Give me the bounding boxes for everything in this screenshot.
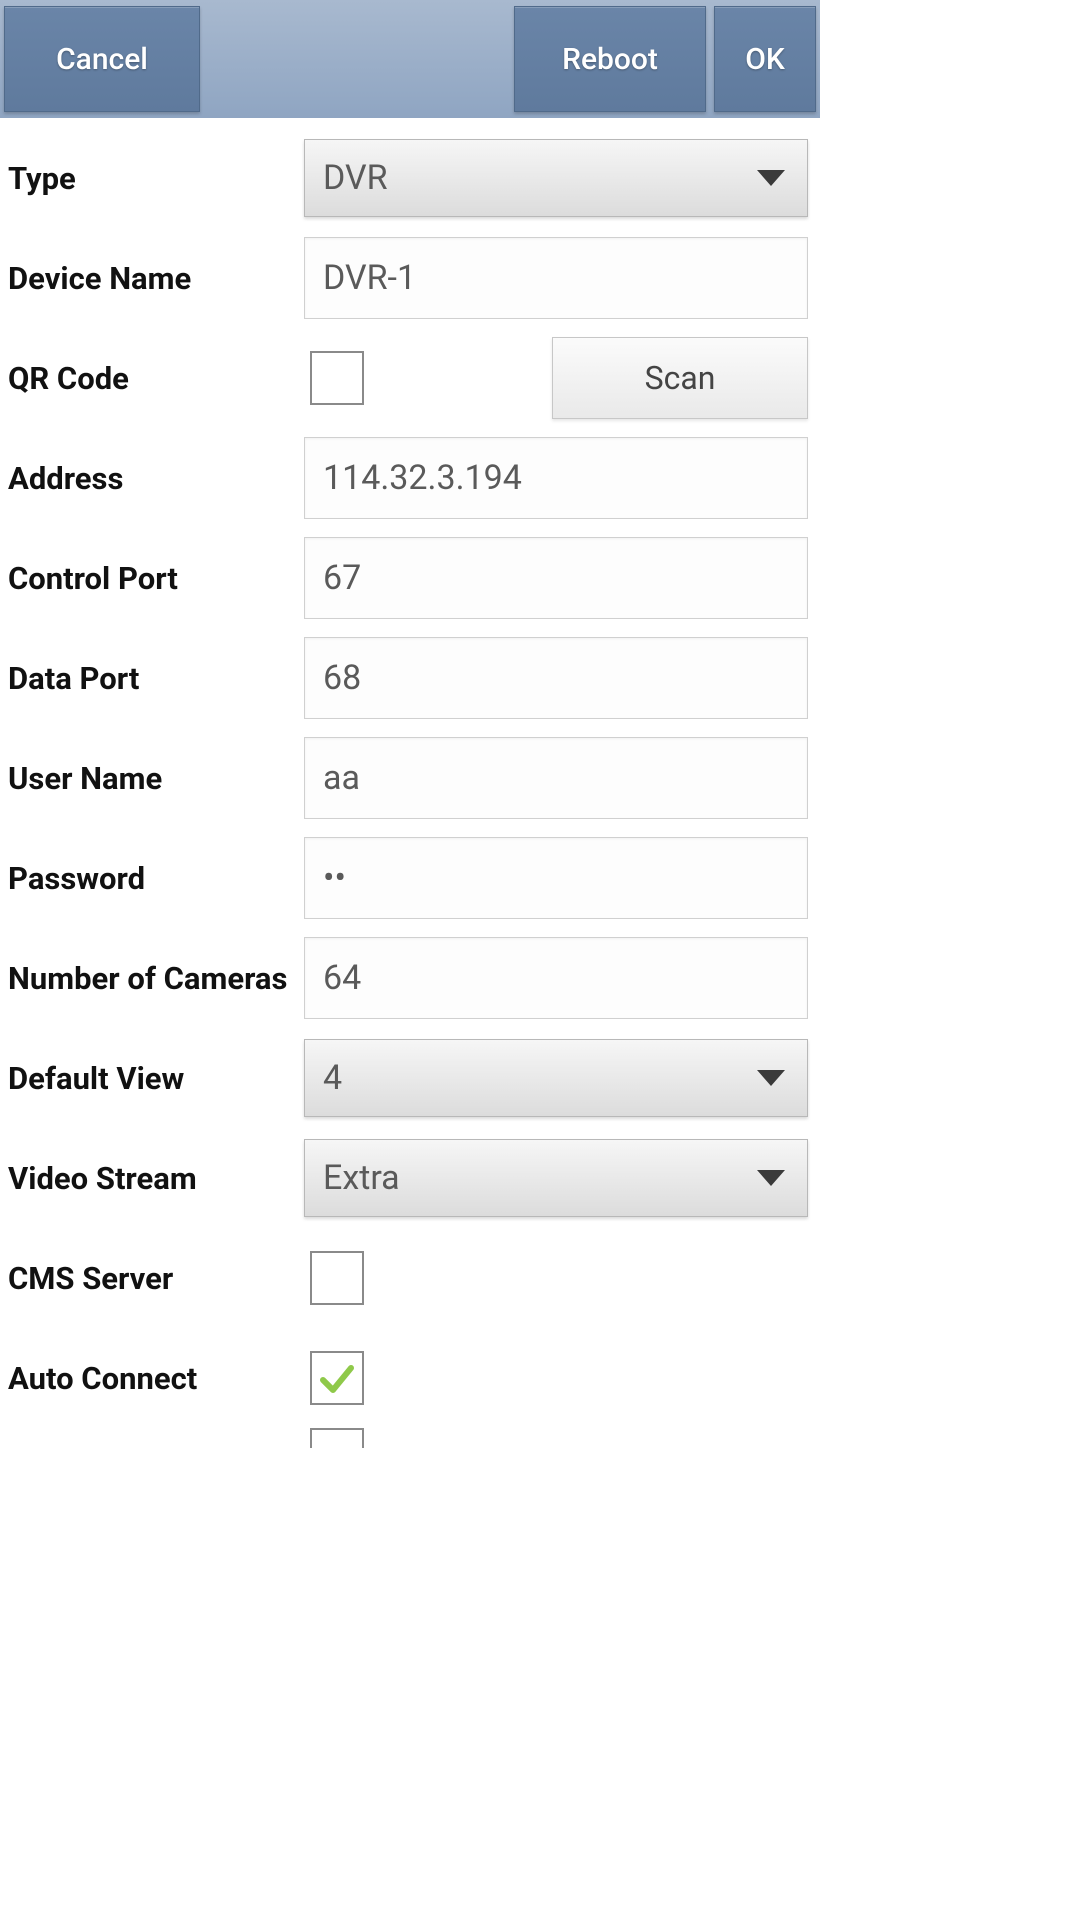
qr-code-label: QR Code (6, 360, 304, 397)
control-port-label: Control Port (6, 560, 304, 597)
address-label: Address (6, 460, 304, 497)
control-port-input[interactable]: 67 (304, 537, 808, 619)
num-cameras-input[interactable]: 64 (304, 937, 808, 1019)
device-form: Type DVR Device Name DVR-1 QR Code Scan … (0, 118, 820, 1468)
default-view-dropdown[interactable]: 4 (304, 1039, 808, 1117)
partial-row (6, 1428, 814, 1468)
data-port-input[interactable]: 68 (304, 637, 808, 719)
type-value: DVR (323, 158, 388, 198)
user-name-label: User Name (6, 760, 304, 797)
device-name-row: Device Name DVR-1 (6, 228, 814, 328)
password-value: •• (323, 858, 346, 898)
type-dropdown[interactable]: DVR (304, 139, 808, 217)
control-port-value: 67 (323, 558, 361, 598)
qr-code-checkbox[interactable] (310, 351, 364, 405)
device-name-value: DVR-1 (323, 258, 416, 298)
cancel-button[interactable]: Cancel (4, 6, 200, 112)
data-port-value: 68 (323, 658, 361, 698)
auto-connect-checkbox[interactable] (310, 1351, 364, 1405)
device-name-label: Device Name (6, 260, 304, 297)
num-cameras-row: Number of Cameras 64 (6, 928, 814, 1028)
video-stream-dropdown[interactable]: Extra (304, 1139, 808, 1217)
type-row: Type DVR (6, 128, 814, 228)
address-input[interactable]: 114.32.3.194 (304, 437, 808, 519)
reboot-button[interactable]: Reboot (514, 6, 706, 112)
cms-server-checkbox[interactable] (310, 1251, 364, 1305)
default-view-row: Default View 4 (6, 1028, 814, 1128)
user-name-row: User Name aa (6, 728, 814, 828)
cms-server-row: CMS Server (6, 1228, 814, 1328)
data-port-row: Data Port 68 (6, 628, 814, 728)
chevron-down-icon (757, 1170, 785, 1186)
auto-connect-label: Auto Connect (6, 1360, 304, 1397)
device-name-input[interactable]: DVR-1 (304, 237, 808, 319)
video-stream-label: Video Stream (6, 1160, 304, 1197)
qr-code-row: QR Code Scan (6, 328, 814, 428)
data-port-label: Data Port (6, 660, 304, 697)
user-name-input[interactable]: aa (304, 737, 808, 819)
chevron-down-icon (757, 1070, 785, 1086)
video-stream-row: Video Stream Extra (6, 1128, 814, 1228)
scan-button[interactable]: Scan (552, 337, 808, 419)
header-spacer (208, 6, 506, 112)
partial-checkbox[interactable] (310, 1428, 364, 1448)
password-row: Password •• (6, 828, 814, 928)
num-cameras-value: 64 (323, 958, 361, 998)
cms-server-label: CMS Server (6, 1260, 304, 1297)
password-input[interactable]: •• (304, 837, 808, 919)
ok-button[interactable]: OK (714, 6, 816, 112)
check-icon (317, 1358, 357, 1398)
default-view-label: Default View (6, 1060, 304, 1097)
user-name-value: aa (323, 758, 360, 798)
num-cameras-label: Number of Cameras (6, 960, 304, 997)
address-value: 114.32.3.194 (323, 458, 522, 498)
video-stream-value: Extra (323, 1158, 400, 1198)
control-port-row: Control Port 67 (6, 528, 814, 628)
header-bar: Cancel Reboot OK (0, 0, 820, 118)
default-view-value: 4 (323, 1058, 342, 1098)
address-row: Address 114.32.3.194 (6, 428, 814, 528)
type-label: Type (6, 160, 304, 197)
auto-connect-row: Auto Connect (6, 1328, 814, 1428)
password-label: Password (6, 860, 304, 897)
chevron-down-icon (757, 170, 785, 186)
